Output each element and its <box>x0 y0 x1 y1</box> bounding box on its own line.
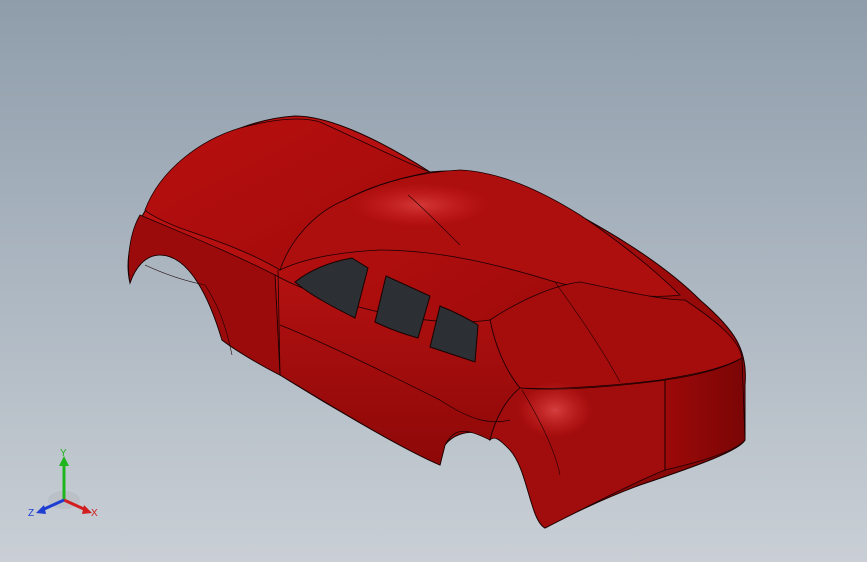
car-body-model[interactable] <box>0 0 867 562</box>
z-axis-arrow <box>36 505 46 514</box>
x-axis-label: X <box>91 508 98 519</box>
coordinate-triad: Y X Z <box>28 448 98 519</box>
y-axis-label: Y <box>60 448 67 459</box>
rear-highlight <box>517 382 593 438</box>
graphics-viewport[interactable]: Y X Z <box>0 0 867 562</box>
roof-highlight <box>350 183 490 227</box>
z-axis-label: Z <box>28 508 34 519</box>
